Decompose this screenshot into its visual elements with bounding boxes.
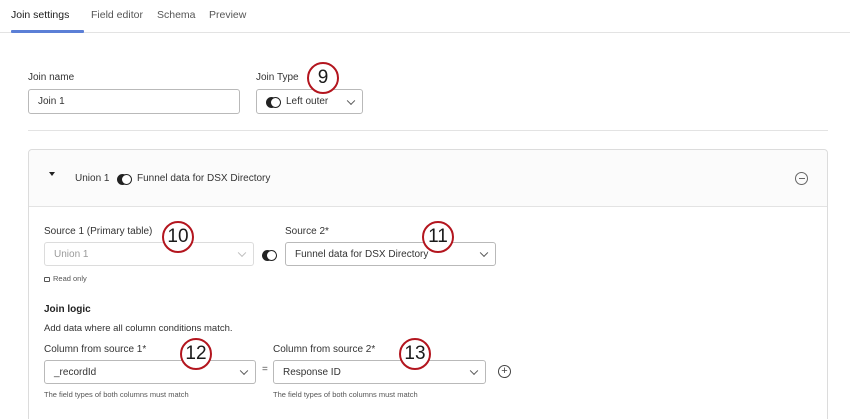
chevron-down-icon — [237, 248, 247, 258]
tab-join-settings[interactable]: Join settings — [11, 9, 69, 21]
tab-bar: Join settings Field editor Schema Previe… — [0, 0, 850, 33]
join-type-label: Join Type — [256, 72, 299, 83]
source2-value: Funnel data for DSX Directory — [295, 248, 429, 260]
tab-preview[interactable]: Preview — [209, 9, 246, 21]
callout-badge-10: 10 — [162, 221, 194, 253]
chevron-down-icon — [479, 248, 489, 258]
column-source2-label: Column from source 2* — [273, 344, 376, 355]
panel-title-left-table: Union 1 — [75, 173, 110, 184]
source1-select: Union 1 — [44, 242, 254, 266]
source-join-icon — [262, 250, 277, 261]
join-type-icon — [117, 174, 132, 185]
source2-label: Source 2* — [285, 226, 329, 237]
source2-select[interactable]: Funnel data for DSX Directory — [285, 242, 496, 266]
join-type-select[interactable]: Left outer — [256, 89, 363, 114]
tab-field-editor[interactable]: Field editor — [91, 9, 143, 21]
column-source2-hint: The field types of both columns must mat… — [273, 390, 418, 399]
section-divider — [28, 130, 828, 131]
column-source2-value: Response ID — [283, 366, 341, 378]
chevron-down-icon — [239, 366, 249, 376]
left-outer-join-icon — [266, 97, 281, 108]
callout-badge-9: 9 — [307, 62, 339, 94]
column-source1-hint: The field types of both columns must mat… — [44, 390, 189, 399]
join-name-value: Join 1 — [38, 96, 65, 107]
join-condition-panel: Union 1 Funnel data for DSX Directory So… — [28, 149, 828, 419]
column-source1-label: Column from source 1* — [44, 344, 147, 355]
remove-join-icon[interactable] — [795, 172, 808, 185]
panel-header: Union 1 Funnel data for DSX Directory — [29, 150, 827, 207]
column-source1-select[interactable]: _recordId — [44, 360, 256, 384]
column-source1-value: _recordId — [54, 366, 97, 378]
read-only-note: Read only — [44, 274, 87, 283]
tab-schema[interactable]: Schema — [157, 9, 196, 21]
callout-badge-11: 11 — [422, 221, 454, 253]
source1-label: Source 1 (Primary table) — [44, 226, 153, 237]
column-source2-select[interactable]: Response ID — [273, 360, 486, 384]
join-type-value: Left outer — [286, 96, 329, 107]
join-logic-description: Add data where all column conditions mat… — [44, 323, 233, 334]
callout-badge-12: 12 — [180, 338, 212, 370]
source1-value: Union 1 — [54, 248, 89, 260]
collapse-caret-icon[interactable] — [49, 172, 55, 176]
callout-badge-13: 13 — [399, 338, 431, 370]
active-tab-indicator — [11, 30, 84, 33]
join-name-label: Join name — [28, 72, 75, 83]
panel-title-right-table: Funnel data for DSX Directory — [137, 173, 271, 184]
equals-sign: = — [262, 364, 268, 375]
chevron-down-icon — [346, 96, 356, 105]
lock-icon — [44, 277, 50, 282]
add-condition-icon[interactable]: + — [498, 365, 511, 378]
join-logic-heading: Join logic — [44, 304, 91, 315]
join-name-input[interactable]: Join 1 — [28, 89, 240, 114]
chevron-down-icon — [469, 366, 479, 376]
